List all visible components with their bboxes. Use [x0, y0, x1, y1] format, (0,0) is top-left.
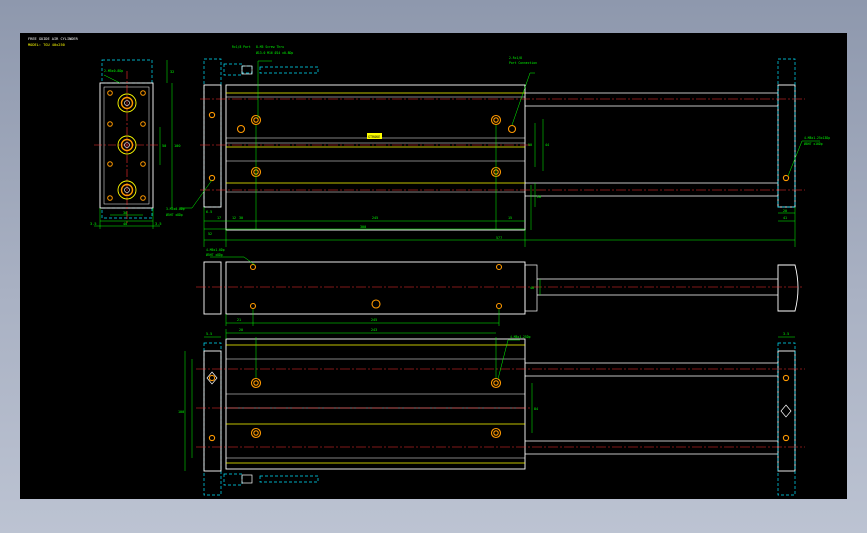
- bottom-view: 20 243 100 84 5.5 3.5 4-M8x1.25Dp: [178, 328, 805, 496]
- cad-viewport[interactable]: FREE GUIDE AIR CYLINDER MODEL: TGU 40x25…: [20, 33, 847, 499]
- top-note-port-right: 2-Rc1/8: [509, 56, 522, 60]
- side-dim-width: 32: [170, 70, 174, 74]
- side-dim-inner: 50: [162, 144, 166, 148]
- bot-note-thread: 4-M8x1.25Dp: [510, 335, 531, 339]
- side-note-mounting: 2-M5x0.8Dp: [104, 69, 123, 73]
- top-view: STROKE 17 30 245 15 12 300 577 41 20 50 …: [166, 45, 830, 247]
- top-cap-bolt: [223, 63, 319, 76]
- side-body-inner: [103, 86, 150, 205]
- top-holes: [208, 111, 790, 182]
- title-line-1: FREE GUIDE AIR CYLINDER: [28, 37, 79, 41]
- top-dimensions: [180, 60, 820, 247]
- top-dim-right-b: 20: [783, 209, 787, 213]
- top-note-port-right-sub: Port Connection: [509, 61, 537, 65]
- top-dim-c: 245: [372, 216, 378, 220]
- top-dim-e: 12: [232, 216, 236, 220]
- bot-dim-r: 3.5: [783, 332, 789, 336]
- mid-dim-h: 40: [530, 286, 534, 290]
- top-centerlines: [200, 98, 805, 191]
- bot-dim-h: 100: [178, 410, 184, 414]
- mid-holes: [249, 263, 503, 310]
- side-dim-bottom-a: 3.5: [90, 222, 97, 226]
- top-dim-h3: 28: [537, 195, 541, 199]
- top-dim-a: 17: [217, 216, 221, 220]
- top-dim-total: 577: [496, 236, 502, 240]
- top-note-left-thread-sub: Ø5H7 x8Dp: [166, 212, 183, 217]
- bot-cap-bolt: [223, 473, 319, 486]
- top-dim-right-a: 41: [783, 216, 787, 220]
- top-dim-left-b: 52: [208, 232, 212, 236]
- mid-dim-a: 21: [237, 318, 241, 322]
- top-left-plate: [203, 84, 222, 208]
- top-dim-d: 15: [508, 216, 512, 220]
- mid-dimensions: [210, 256, 541, 326]
- side-dim-pitch: 30: [123, 211, 127, 215]
- mid-note-thread: 4-M6x1.0Dp: [206, 248, 225, 252]
- mid-body: [225, 261, 526, 315]
- bot-rod-nut: [241, 474, 253, 484]
- title-line-2: MODEL: TGU 40x250: [28, 43, 65, 47]
- bot-dimensions: [184, 329, 795, 471]
- top-note-port: Rc1/8 Port: [232, 45, 251, 49]
- bot-guide-rods: [525, 362, 778, 455]
- top-note-left-thread: 3-M5x0.8Dp: [166, 207, 185, 211]
- title-block: FREE GUIDE AIR CYLINDER MODEL: TGU 40x25…: [28, 37, 79, 47]
- bot-right-plate-hidden: [777, 342, 796, 496]
- top-dim-h2: 44: [545, 143, 549, 147]
- bot-body: [225, 338, 526, 470]
- top-left-plate-hidden: [203, 58, 222, 208]
- bot-dim-b: 243: [371, 328, 377, 332]
- top-note-cap-bolts: 8-M5 Screw Thru: [256, 45, 284, 49]
- middle-view: 21 245 40 4-M6x1.0Dp Ø5H7 x8Dp: [196, 248, 803, 326]
- top-right-plate: [777, 84, 796, 208]
- side-view: 32 100 50 30 3.5 40 3.5 2-M5x0.8Dp: [90, 59, 181, 229]
- cad-drawing: FREE GUIDE AIR CYLINDER MODEL: TGU 40x25…: [28, 37, 830, 496]
- bot-dim-a: 20: [239, 328, 243, 332]
- top-dim-b: 30: [239, 216, 243, 220]
- top-dim-overall: 300: [360, 225, 366, 229]
- mid-note-thread-sub: Ø5H7 x8Dp: [206, 252, 223, 257]
- top-stroke-label: STROKE: [368, 135, 380, 139]
- side-dim-height: 100: [174, 144, 181, 148]
- bot-left-plate-hidden: [203, 342, 222, 496]
- side-dim-bottom-b: 40: [123, 222, 127, 226]
- side-dim-bottom-c: 3.5: [155, 222, 162, 226]
- top-right-plate-hidden: [777, 58, 796, 208]
- bot-diamonds: [206, 371, 792, 418]
- top-body: [225, 84, 526, 231]
- top-dim-h1: 50: [528, 143, 532, 147]
- top-dim-left-a: 6.5: [206, 210, 212, 214]
- side-body: [99, 82, 154, 209]
- mid-right-plate: [777, 264, 799, 312]
- mid-dim-b: 245: [371, 318, 377, 322]
- bot-dim-h2: 84: [534, 407, 538, 411]
- top-note-rod-thread-sub: Ø8H7 x10Dp: [804, 141, 823, 146]
- top-guide-rods: [525, 92, 778, 197]
- top-note-rod-thread: 4-M8x1.25x13Dp: [804, 136, 830, 140]
- bot-dim-l: 5.5: [206, 332, 212, 336]
- top-note-rod-end: Ø13.0 M16 Ø14 x0.8Dp: [256, 50, 293, 55]
- mid-left-plate: [203, 261, 222, 315]
